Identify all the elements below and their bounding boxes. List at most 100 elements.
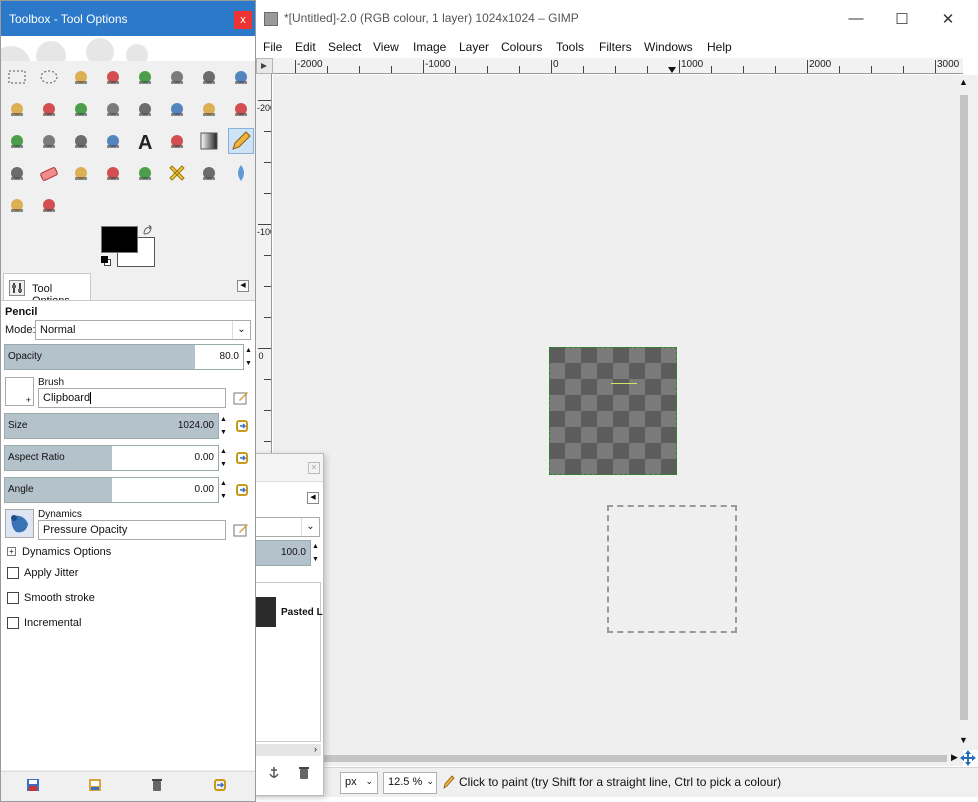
- text-icon[interactable]: A: [132, 128, 158, 154]
- vertical-scrollbar[interactable]: ▲ ▼: [956, 75, 978, 750]
- horizontal-scroll-thumb[interactable]: [277, 755, 947, 762]
- restore-options-icon[interactable]: [88, 778, 102, 792]
- dynamics-options-expander[interactable]: Dynamics Options: [22, 546, 111, 558]
- smudge-icon[interactable]: [4, 192, 30, 218]
- clone-icon[interactable]: [132, 160, 158, 186]
- measure-icon[interactable]: [68, 96, 94, 122]
- scroll-up-icon[interactable]: ▲: [959, 77, 968, 87]
- layer-opacity-slider[interactable]: 100.0: [253, 540, 311, 566]
- ruler-corner-button[interactable]: [256, 58, 273, 74]
- menu-layer[interactable]: Layer: [459, 40, 489, 54]
- expand-icon[interactable]: +: [7, 547, 16, 556]
- menu-windows[interactable]: Windows: [644, 40, 693, 54]
- close-icon[interactable]: x: [234, 11, 252, 29]
- save-options-icon[interactable]: [26, 778, 40, 792]
- scale-icon[interactable]: [228, 96, 254, 122]
- smooth-stroke-checkbox[interactable]: [7, 592, 19, 604]
- cage-icon[interactable]: [100, 128, 126, 154]
- wilber-banner[interactable]: [1, 36, 255, 61]
- foreground-color-swatch[interactable]: [101, 226, 138, 253]
- dynamics-field[interactable]: Pressure Opacity: [38, 520, 226, 540]
- brush-field[interactable]: Clipboard: [38, 388, 226, 408]
- color-picker-icon[interactable]: [4, 96, 30, 122]
- swap-colors-icon[interactable]: [142, 224, 154, 237]
- reset-size-icon[interactable]: [235, 419, 249, 433]
- paintbrush-icon[interactable]: [4, 160, 30, 186]
- aspect-ratio-slider[interactable]: Aspect Ratio 0.00: [4, 445, 219, 471]
- scroll-right-icon[interactable]: ▶: [951, 752, 958, 763]
- zoom-select[interactable]: 12.5 % ⌄: [383, 772, 437, 794]
- perspective-icon[interactable]: [36, 128, 62, 154]
- rotate-icon[interactable]: [196, 96, 222, 122]
- zoom-icon[interactable]: [36, 96, 62, 122]
- menu-file[interactable]: File: [263, 40, 282, 54]
- reset-options-icon[interactable]: [213, 778, 227, 792]
- scissors-select-icon[interactable]: [164, 64, 190, 90]
- blur-icon[interactable]: [228, 160, 254, 186]
- maximize-icon[interactable]: ☐: [879, 0, 925, 37]
- canvas[interactable]: [273, 75, 963, 750]
- rect-select-icon[interactable]: [4, 64, 30, 90]
- fuzzy-select-icon[interactable]: [100, 64, 126, 90]
- reset-aspect-ratio-icon[interactable]: [235, 451, 249, 465]
- crop-icon[interactable]: [164, 96, 190, 122]
- ellipse-select-icon[interactable]: [36, 64, 62, 90]
- incremental-checkbox[interactable]: [7, 617, 19, 629]
- move-icon[interactable]: [100, 96, 126, 122]
- default-colors-icon[interactable]: [101, 256, 111, 266]
- vertical-scroll-thumb[interactable]: [960, 95, 968, 720]
- angle-spinner[interactable]: ▲ ▼: [219, 477, 228, 503]
- foreground-select-icon[interactable]: [196, 64, 222, 90]
- delete-icon[interactable]: [297, 766, 311, 780]
- flip-icon[interactable]: [68, 128, 94, 154]
- size-spinner[interactable]: ▲ ▼: [219, 413, 228, 439]
- dock-hscroll[interactable]: ›: [253, 744, 321, 756]
- dodge-burn-icon[interactable]: [36, 192, 62, 218]
- ink-icon[interactable]: [100, 160, 126, 186]
- horizontal-ruler[interactable]: -2000 -1000 0 1000 2000 3000: [273, 58, 963, 74]
- angle-slider[interactable]: Angle 0.00: [4, 477, 219, 503]
- close-icon[interactable]: ✕: [308, 462, 320, 474]
- delete-options-icon[interactable]: [150, 778, 164, 792]
- tab-menu-icon[interactable]: ◀: [237, 280, 249, 292]
- layer-thumbnail[interactable]: [254, 597, 276, 627]
- free-select-icon[interactable]: [68, 64, 94, 90]
- menu-tools[interactable]: Tools: [556, 40, 584, 54]
- layer-mode-select[interactable]: ⌄: [253, 517, 320, 537]
- menu-colours[interactable]: Colours: [501, 40, 542, 54]
- opacity-spinner[interactable]: ▲ ▼: [244, 344, 253, 370]
- shear-icon[interactable]: [4, 128, 30, 154]
- horizontal-scrollbar[interactable]: ▶: [273, 750, 963, 766]
- color-select-icon[interactable]: [132, 64, 158, 90]
- menu-filters[interactable]: Filters: [599, 40, 632, 54]
- opacity-spinner[interactable]: ▲ ▼: [311, 540, 320, 566]
- layer-name[interactable]: Pasted L: [281, 607, 323, 618]
- apply-jitter-checkbox[interactable]: [7, 567, 19, 579]
- reset-angle-icon[interactable]: [235, 483, 249, 497]
- scroll-down-icon[interactable]: ▼: [959, 735, 968, 745]
- menu-image[interactable]: Image: [413, 40, 446, 54]
- pencil-icon[interactable]: [228, 128, 254, 154]
- tab-tool-options[interactable]: Tool Options: [3, 273, 91, 307]
- dynamics-preview[interactable]: [5, 509, 34, 538]
- opacity-slider[interactable]: Opacity 80.0: [4, 344, 244, 370]
- blend-icon[interactable]: [196, 128, 222, 154]
- eraser-icon[interactable]: [36, 160, 62, 186]
- perspective-clone-icon[interactable]: [196, 160, 222, 186]
- aspect-ratio-spinner[interactable]: ▲ ▼: [219, 445, 228, 471]
- close-icon[interactable]: ✕: [925, 0, 971, 37]
- paths-icon[interactable]: [228, 64, 254, 90]
- size-slider[interactable]: Size 1024.00: [4, 413, 219, 439]
- menu-help[interactable]: Help: [707, 40, 732, 54]
- airbrush-icon[interactable]: [68, 160, 94, 186]
- menu-select[interactable]: Select: [328, 40, 361, 54]
- bucket-fill-icon[interactable]: [164, 128, 190, 154]
- mode-select[interactable]: Normal ⌄: [35, 320, 251, 340]
- edit-dynamics-icon[interactable]: [233, 522, 249, 538]
- anchor-icon[interactable]: [267, 766, 281, 780]
- tab-menu-icon[interactable]: ◀: [307, 492, 319, 504]
- minimize-icon[interactable]: —: [833, 0, 879, 37]
- heal-icon[interactable]: [164, 160, 190, 186]
- image-layer[interactable]: [549, 347, 677, 475]
- menu-edit[interactable]: Edit: [295, 40, 316, 54]
